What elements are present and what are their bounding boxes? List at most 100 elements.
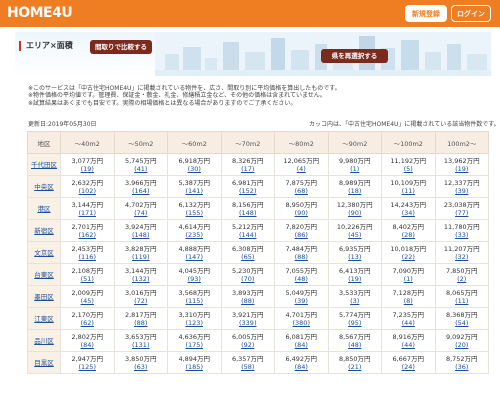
listing-count-link[interactable]: (77) [436,209,489,217]
listing-count-link[interactable]: (19) [436,165,489,173]
listing-count-link[interactable]: (28) [382,231,435,239]
listing-count-link[interactable]: (45) [329,231,382,239]
listing-count-link[interactable]: (70) [222,275,275,283]
average-price: 3,533万円 [338,288,371,297]
listing-count-link[interactable]: (39) [275,297,328,305]
listing-count-link[interactable]: (339) [222,319,275,327]
listing-count-link[interactable]: (58) [222,363,275,371]
listing-count-link[interactable]: (68) [275,187,328,195]
listing-count-link[interactable]: (92) [222,341,275,349]
listing-count-link[interactable]: (65) [222,253,275,261]
listing-count-link[interactable]: (63) [115,363,168,371]
listing-count-link[interactable]: (1) [382,275,435,283]
listing-count-link[interactable]: (88) [275,253,328,261]
home4u-logo[interactable]: HOME4U [7,5,73,21]
listing-count-link[interactable]: (380) [275,319,328,327]
area-link[interactable]: 文京区 [34,249,54,257]
listing-count-link[interactable]: (144) [222,231,275,239]
listing-count-link[interactable]: (48) [329,341,382,349]
listing-count-link[interactable]: (141) [168,187,221,195]
listing-count-link[interactable]: (22) [382,253,435,261]
listing-count-link[interactable]: (51) [61,275,114,283]
listing-count-link[interactable]: (24) [382,363,435,371]
listing-count-link[interactable]: (102) [61,187,114,195]
listing-count-link[interactable]: (5) [382,165,435,173]
register-button[interactable]: 新規登録 [405,5,447,22]
listing-count-link[interactable]: (88) [222,297,275,305]
average-price: 4,614万円 [178,222,211,231]
listing-count-link[interactable]: (171) [61,209,114,217]
reselect-prefecture-button[interactable]: 県を再選択する [321,49,388,63]
listing-count-link[interactable]: (44) [382,341,435,349]
listing-count-link[interactable]: (95) [329,319,382,327]
listing-count-link[interactable]: (90) [329,209,382,217]
listing-count-link[interactable]: (21) [329,363,382,371]
area-link[interactable]: 目黒区 [34,359,54,367]
area-link[interactable]: 港区 [38,205,51,213]
listing-count-link[interactable]: (3) [329,297,382,305]
listing-count-link[interactable]: (32) [436,253,489,261]
listing-count-link[interactable]: (132) [115,275,168,283]
listing-count-link[interactable]: (39) [436,187,489,195]
listing-count-link[interactable]: (33) [436,231,489,239]
listing-count-link[interactable]: (72) [115,297,168,305]
listing-count-link[interactable]: (88) [115,319,168,327]
listing-count-link[interactable]: (4) [275,165,328,173]
listing-count-link[interactable]: (148) [222,209,275,217]
listing-count-link[interactable]: (116) [61,253,114,261]
listing-count-link[interactable]: (74) [115,209,168,217]
listing-count-link[interactable]: (19) [61,165,114,173]
area-link[interactable]: 江東区 [34,315,54,323]
listing-count-link[interactable]: (34) [382,209,435,217]
area-link[interactable]: 中央区 [34,183,54,191]
listing-count-link[interactable]: (41) [115,165,168,173]
listing-count-link[interactable]: (20) [436,341,489,349]
listing-count-link[interactable]: (45) [61,297,114,305]
price-cell: 12,337万円 (39) [434,175,489,198]
listing-count-link[interactable]: (123) [168,319,221,327]
listing-count-link[interactable]: (162) [61,231,114,239]
area-link[interactable]: 品川区 [34,337,54,345]
listing-count-link[interactable]: (115) [168,297,221,305]
listing-count-link[interactable]: (84) [275,341,328,349]
listing-count-link[interactable]: (125) [61,363,114,371]
listing-count-link[interactable]: (84) [61,341,114,349]
listing-count-link[interactable]: (86) [275,231,328,239]
listing-count-link[interactable]: (8) [382,297,435,305]
listing-count-link[interactable]: (164) [115,187,168,195]
listing-count-link[interactable]: (19) [329,275,382,283]
listing-count-link[interactable]: (30) [168,165,221,173]
listing-count-link[interactable]: (44) [382,319,435,327]
listing-count-link[interactable]: (84) [275,363,328,371]
listing-count-link[interactable]: (155) [168,209,221,217]
listing-count-link[interactable]: (1) [329,165,382,173]
listing-count-link[interactable]: (93) [168,275,221,283]
area-link[interactable]: 台東区 [34,271,54,279]
compare-by-layout-button[interactable]: 間取りで比較する [90,40,152,54]
listing-count-link[interactable]: (11) [436,297,489,305]
area-link[interactable]: 墨田区 [34,293,54,301]
listing-count-link[interactable]: (119) [115,253,168,261]
listing-count-link[interactable]: (90) [275,209,328,217]
listing-count-link[interactable]: (131) [115,341,168,349]
listing-count-link[interactable]: (36) [436,363,489,371]
area-link[interactable]: 千代田区 [31,161,57,169]
listing-count-link[interactable]: (62) [61,319,114,327]
listing-count-link[interactable]: (18) [329,187,382,195]
listing-count-link[interactable]: (185) [168,363,221,371]
listing-count-link[interactable]: (235) [168,231,221,239]
average-price: 9,092万円 [445,332,478,341]
listing-count-link[interactable]: (152) [222,187,275,195]
area-link[interactable]: 新宿区 [34,227,54,235]
listing-count-link[interactable]: (2) [436,275,489,283]
listing-count-link[interactable]: (175) [168,341,221,349]
listing-count-link[interactable]: (13) [329,253,382,261]
listing-count-link[interactable]: (148) [115,231,168,239]
login-button[interactable]: ログイン [451,5,491,22]
listing-count-link[interactable]: (54) [436,319,489,327]
listing-count-link[interactable]: (147) [168,253,221,261]
price-cell: 5,745万円 (41) [113,153,168,176]
listing-count-link[interactable]: (11) [382,187,435,195]
listing-count-link[interactable]: (17) [222,165,275,173]
listing-count-link[interactable]: (48) [275,275,328,283]
